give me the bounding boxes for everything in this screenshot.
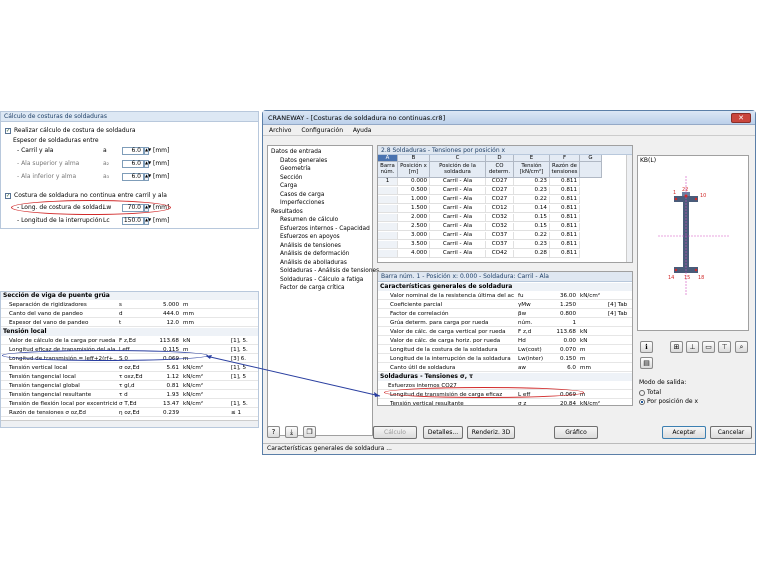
connector-arrow-icon [205, 355, 381, 397]
